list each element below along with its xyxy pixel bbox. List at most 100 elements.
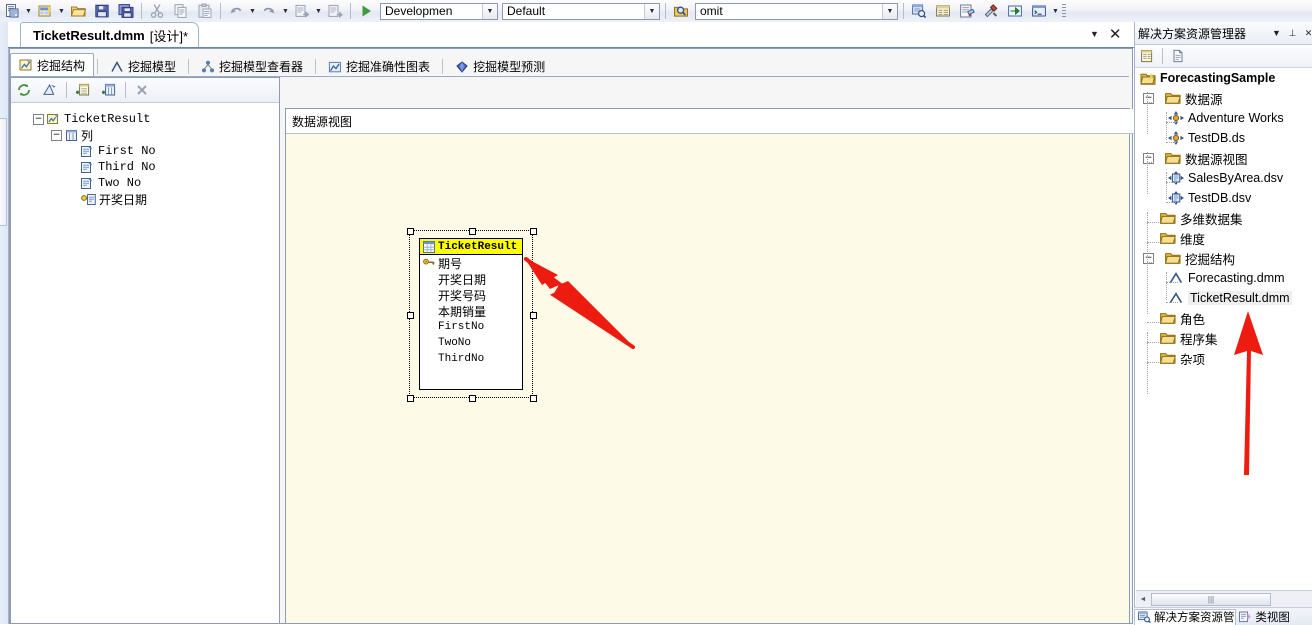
entity-field[interactable]: 本期销量 <box>420 303 522 319</box>
cut-icon[interactable] <box>146 0 168 22</box>
toolbox-dock-tab[interactable] <box>0 118 7 226</box>
new-item-dropdown-icon[interactable]: ▼ <box>24 1 33 21</box>
entity-header[interactable]: TicketResult <box>420 239 522 255</box>
entity-ticketresult-wrapper[interactable]: TicketResult 期号 开奖日期 开奖号码 本期销量 FirstNo T… <box>407 228 537 402</box>
se-node-mining-structures[interactable]: − 挖掘结构 <box>1135 248 1312 268</box>
resize-handle-nw[interactable] <box>407 228 414 235</box>
se-node-datasource-item[interactable]: Adventure Works <box>1135 108 1312 128</box>
solution-platform-dropdown-icon[interactable]: ▼ <box>644 3 659 19</box>
show-all-files-icon[interactable] <box>1167 45 1189 67</box>
resize-handle-w[interactable] <box>407 312 414 319</box>
entity-field[interactable]: FirstNo <box>420 319 522 335</box>
resize-handle-sw[interactable] <box>407 395 414 402</box>
tree-node-column[interactable]: Two No <box>11 175 279 191</box>
open-file-icon[interactable] <box>67 0 89 22</box>
se-node-dsv-folder[interactable]: − 数据源视图 <box>1135 148 1312 168</box>
command-window-icon[interactable] <box>1028 0 1050 22</box>
entity-field[interactable]: TwoNo <box>420 335 522 351</box>
dock-tab-solution-explorer[interactable]: 解决方案资源管.. <box>1134 608 1237 625</box>
expander-icon[interactable]: − <box>33 113 44 125</box>
se-node-dmm-ticketresult[interactable]: TicketResult.dmm <box>1135 288 1312 308</box>
tree-node-column-key[interactable]: 开奖日期 <box>11 191 279 207</box>
tab-mining-prediction[interactable]: 挖掘模型预测 <box>446 55 554 77</box>
tree-node-column[interactable]: Third No <box>11 159 279 175</box>
se-node-dmm-forecasting[interactable]: Forecasting.dmm <box>1135 268 1312 288</box>
output-window-icon[interactable] <box>1004 0 1026 22</box>
se-node-roles[interactable]: 角色 <box>1135 308 1312 328</box>
close-icon[interactable]: ✕ <box>1302 26 1312 41</box>
entity-field-key[interactable]: 期号 <box>420 255 522 271</box>
find-combo[interactable]: omit ▼ <box>695 2 898 20</box>
solution-platform-combo[interactable]: Default ▼ <box>502 2 660 20</box>
tab-mining-model-viewer[interactable]: 挖掘模型查看器 <box>192 55 312 77</box>
se-node-misc[interactable]: 杂项 <box>1135 348 1312 368</box>
new-project-dropdown-icon[interactable]: ▼ <box>57 1 66 21</box>
edit-structure-icon[interactable] <box>38 79 62 102</box>
save-all-icon[interactable] <box>115 0 137 22</box>
properties-window-icon[interactable] <box>932 0 954 22</box>
delete-icon[interactable] <box>130 79 154 102</box>
undo-icon[interactable] <box>225 0 247 22</box>
deploy-icon[interactable] <box>291 0 313 22</box>
entity-field[interactable]: 开奖日期 <box>420 271 522 287</box>
se-node-dsv-item[interactable]: TestDB.dsv <box>1135 188 1312 208</box>
find-in-files-icon[interactable] <box>670 0 692 22</box>
add-column-icon[interactable] <box>97 79 121 102</box>
entity-field[interactable]: 开奖号码 <box>420 287 522 303</box>
solution-explorer-tree[interactable]: ForecastingSample − 数据源 Adventure Works <box>1135 68 1312 605</box>
tree-node-columns[interactable]: − 列 <box>11 127 279 143</box>
se-node-datasources[interactable]: − 数据源 <box>1135 88 1312 108</box>
se-node-cubes[interactable]: 多维数据集 <box>1135 208 1312 228</box>
dock-tab-class-view[interactable]: 类视图 <box>1236 609 1312 625</box>
mining-structure-tree[interactable]: − TicketResult − 列 First No Third No Two… <box>11 103 279 623</box>
redo-icon[interactable] <box>258 0 280 22</box>
entity-ticketresult[interactable]: TicketResult 期号 开奖日期 开奖号码 本期销量 FirstNo T… <box>419 238 523 390</box>
toolbar-grip[interactable] <box>1062 4 1066 18</box>
properties-icon[interactable] <box>1136 45 1158 67</box>
se-node-dimensions[interactable]: 维度 <box>1135 228 1312 248</box>
solution-config-combo[interactable]: Developmen ▼ <box>380 2 498 20</box>
start-debug-icon[interactable] <box>355 0 377 22</box>
resize-handle-s[interactable] <box>469 395 476 402</box>
entity-field[interactable]: ThirdNo <box>420 351 522 367</box>
resize-handle-n[interactable] <box>469 228 476 235</box>
add-table-icon[interactable] <box>71 79 95 102</box>
toolbar-overflow-icon[interactable]: ▼ <box>1051 1 1060 21</box>
pin-icon[interactable]: ⊥ <box>1286 26 1299 41</box>
find-combo-dropdown-icon[interactable]: ▼ <box>882 3 897 19</box>
paste-icon[interactable] <box>194 0 216 22</box>
solution-explorer-project-row[interactable]: ForecastingSample <box>1135 68 1312 88</box>
tree-node-column[interactable]: First No <box>11 143 279 159</box>
solution-explorer-hscrollbar[interactable]: ◄ ||| <box>1136 590 1312 607</box>
resize-handle-e[interactable] <box>530 312 537 319</box>
chevron-down-icon[interactable]: ▼ <box>1270 26 1283 41</box>
close-icon[interactable]: ✕ <box>1109 25 1122 43</box>
refresh-structure-icon[interactable] <box>12 79 36 102</box>
build-icon[interactable] <box>324 0 346 22</box>
scroll-thumb[interactable]: ||| <box>1151 592 1271 606</box>
tab-mining-model[interactable]: 挖掘模型 <box>101 55 185 77</box>
document-tab-ticketresult[interactable]: TicketResult.dmm [设计]* <box>20 22 200 48</box>
dsv-canvas[interactable]: TicketResult 期号 开奖日期 开奖号码 本期销量 FirstNo T… <box>286 134 1129 623</box>
resize-handle-ne[interactable] <box>530 228 537 235</box>
redo-dropdown-icon[interactable]: ▼ <box>281 1 290 21</box>
object-browser-icon[interactable] <box>956 0 978 22</box>
expander-icon[interactable]: − <box>51 129 62 141</box>
deploy-dropdown-icon[interactable]: ▼ <box>314 1 323 21</box>
new-item-icon[interactable] <box>1 0 23 22</box>
save-icon[interactable] <box>91 0 113 22</box>
tab-mining-structure[interactable]: 挖掘结构 <box>10 53 95 77</box>
solution-explorer-icon[interactable] <box>908 0 930 22</box>
toolbox-icon[interactable] <box>980 0 1002 22</box>
tree-node-root[interactable]: − TicketResult <box>11 111 279 127</box>
solution-config-dropdown-icon[interactable]: ▼ <box>482 3 497 19</box>
se-node-dsv-item[interactable]: SalesByArea.dsv <box>1135 168 1312 188</box>
se-node-datasource-item[interactable]: TestDB.ds <box>1135 128 1312 148</box>
resize-handle-se[interactable] <box>530 395 537 402</box>
copy-icon[interactable] <box>170 0 192 22</box>
scroll-left-icon[interactable]: ◄ <box>1136 592 1150 606</box>
new-project-icon[interactable] <box>34 0 56 22</box>
se-node-assemblies[interactable]: 程序集 <box>1135 328 1312 348</box>
chevron-down-icon[interactable]: ▼ <box>1090 29 1099 39</box>
undo-dropdown-icon[interactable]: ▼ <box>248 1 257 21</box>
